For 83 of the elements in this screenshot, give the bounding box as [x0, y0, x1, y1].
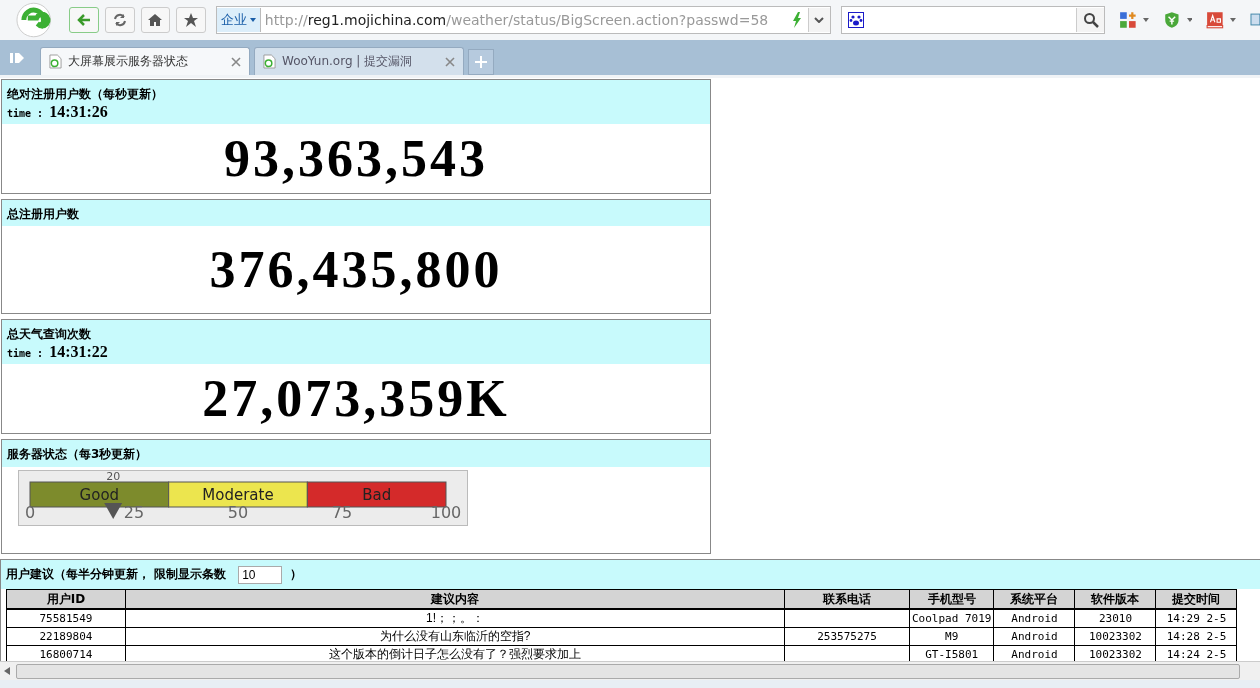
time-label: time :	[7, 348, 44, 359]
time-value: 14:31:26	[49, 103, 108, 121]
caret-icon	[249, 18, 256, 22]
table-cell: M9	[909, 627, 994, 646]
page-icon	[263, 54, 276, 69]
back-button[interactable]	[69, 7, 99, 33]
new-tab-button[interactable]	[468, 49, 494, 75]
search-icon	[1082, 12, 1099, 28]
browser-logo-icon[interactable]	[14, 0, 54, 40]
counter-value: 27,073,359K	[202, 369, 510, 428]
scale-label: 100	[430, 503, 462, 522]
horizontal-scrollbar[interactable]	[0, 661, 1260, 680]
page-icon	[49, 54, 62, 69]
band-label: Bad	[362, 486, 392, 504]
apps-grid-icon[interactable]	[1119, 11, 1137, 29]
table-cell: 22189804	[6, 627, 126, 646]
panel-title: 用户建议（每半分钟更新， 限制显示条数	[6, 566, 227, 583]
table-cell: 75581549	[6, 609, 126, 628]
back-arrow-icon	[76, 12, 93, 28]
close-icon[interactable]	[445, 56, 455, 67]
table-cell: 14:28 2-5	[1156, 627, 1237, 646]
table-cell: 14:29 2-5	[1156, 609, 1237, 628]
home-icon	[147, 12, 164, 28]
column-header: 联系电话	[784, 589, 910, 609]
paw-icon[interactable]	[847, 12, 864, 28]
caret-icon[interactable]	[1186, 18, 1193, 22]
caret-icon[interactable]	[1142, 18, 1149, 22]
scale-label: 25	[123, 503, 145, 522]
limit-field[interactable]: 10	[238, 565, 283, 584]
panel-title: 总注册用户数	[7, 207, 79, 221]
chevron-down-icon	[814, 17, 825, 23]
scroll-left-icon[interactable]	[4, 667, 10, 675]
scope-dropdown[interactable]: 企业	[216, 8, 261, 32]
scale-label: 50	[227, 503, 249, 522]
sidebar-toggle-icon[interactable]	[10, 50, 26, 65]
panel-title: 服务器状态（每3秒更新）	[7, 447, 148, 461]
scale-label: 0	[24, 503, 36, 522]
column-header: 提交时间	[1156, 589, 1237, 609]
table-cell: 为什么没有山东临沂的空指?	[125, 627, 785, 646]
browser-tab[interactable]: WooYun.org | 提交漏洞	[254, 47, 464, 75]
tab-title: WooYun.org | 提交漏洞	[282, 53, 414, 70]
caret-icon[interactable]	[1230, 18, 1237, 22]
favorites-button[interactable]	[176, 7, 206, 33]
counter-value: 376,435,800	[209, 240, 503, 299]
time-value: 14:31:22	[49, 343, 108, 361]
shield-icon[interactable]	[1162, 11, 1181, 29]
table-cell: 23010	[1075, 609, 1156, 628]
panel-title: 总天气查询次数	[7, 327, 91, 341]
column-header: 建议内容	[125, 589, 785, 609]
dictionary-icon[interactable]	[1206, 11, 1225, 29]
table-cell: 10023302	[1075, 627, 1156, 646]
scroll-thumb[interactable]	[16, 663, 1240, 679]
table-cell: Android	[994, 609, 1075, 628]
column-header: 手机型号	[909, 589, 994, 609]
table-cell: Coolpad 7019	[909, 609, 994, 628]
title-end: ）	[290, 566, 303, 583]
address-field[interactable]: http://reg1.mojichina.com/weather/status/BigScreen.action?passwd=58	[260, 12, 786, 28]
screen-icon[interactable]	[1250, 11, 1260, 29]
star-icon	[183, 12, 199, 28]
plus-icon	[475, 56, 487, 68]
panel-title: 绝对注册用户数（每秒更新）	[7, 87, 163, 101]
lightning-icon	[791, 12, 802, 28]
band-label: Moderate	[202, 486, 274, 504]
table-cell: Android	[994, 627, 1075, 646]
table-cell: 1!；；。：	[125, 609, 785, 628]
address-dropdown-button[interactable]	[807, 8, 830, 32]
refresh-button[interactable]	[105, 7, 135, 33]
home-button[interactable]	[140, 7, 171, 33]
table-cell: 253575275	[784, 627, 910, 646]
column-header: 系统平台	[994, 589, 1075, 609]
search-button[interactable]	[1076, 8, 1105, 32]
band-label: Good	[79, 486, 120, 504]
gauge-reading: 20	[106, 470, 121, 483]
counter-value: 93,363,543	[224, 129, 488, 188]
column-header: 用户ID	[6, 589, 126, 609]
search-field[interactable]	[840, 6, 1106, 34]
time-label: time :	[7, 108, 44, 119]
scale-label: 75	[331, 503, 353, 522]
browser-tab[interactable]: 大屏幕展示服务器状态	[40, 47, 250, 75]
column-header: 软件版本	[1075, 589, 1156, 609]
refresh-icon	[111, 12, 128, 28]
close-icon[interactable]	[231, 56, 241, 67]
tab-title: 大屏幕展示服务器状态	[68, 53, 189, 70]
